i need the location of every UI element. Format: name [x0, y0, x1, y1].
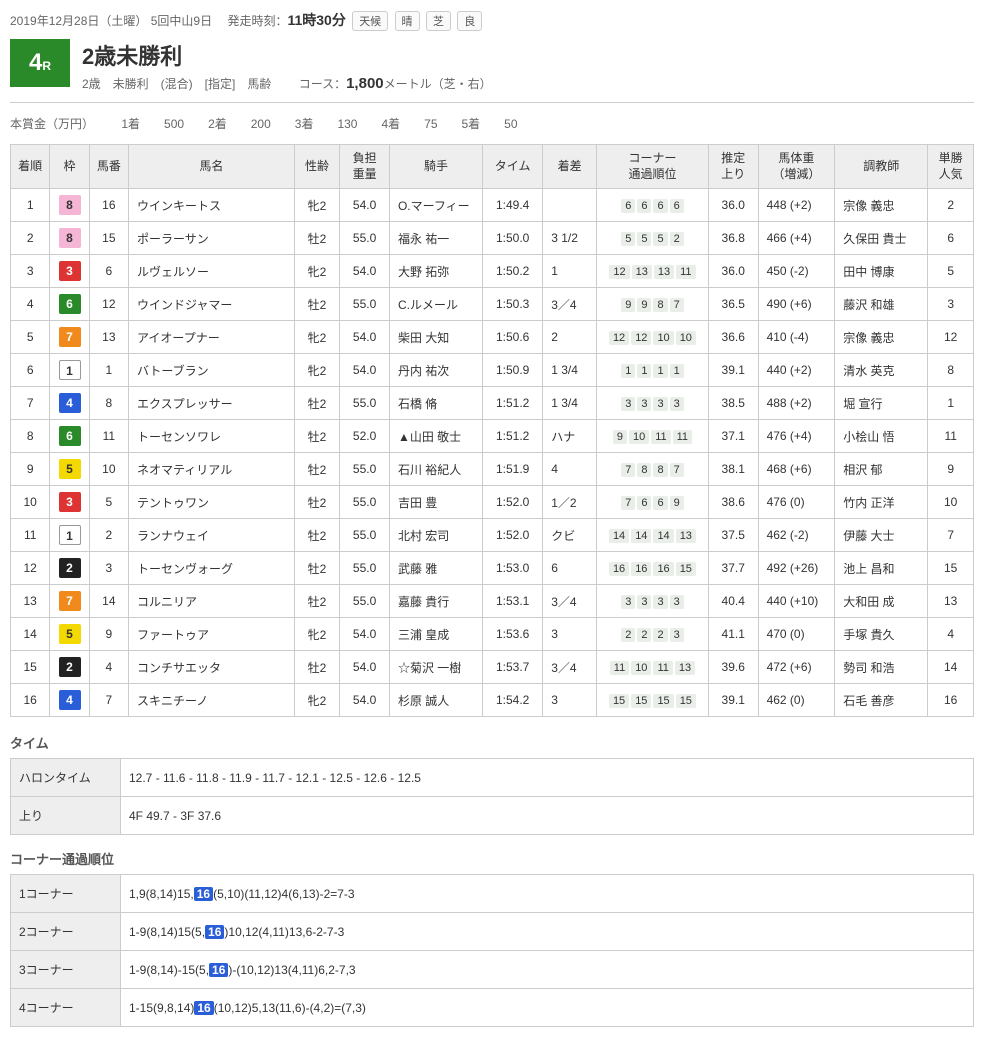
highlighted-horse: 16: [205, 925, 224, 939]
time-row-label: ハロンタイム: [11, 759, 121, 797]
table-row: 1524コンチサエッタ牡254.0☆菊沢 一樹1:53.73／411101113…: [11, 651, 974, 684]
table-row: 1112ランナウェイ牡255.0北村 宏司1:52.0クビ1414141337.…: [11, 519, 974, 552]
results-header: コーナー通過順位: [597, 145, 709, 189]
prize-item: 5着 50: [462, 117, 518, 131]
highlighted-horse: 16: [194, 1001, 213, 1015]
prize-label: 本賞金（万円）: [10, 117, 94, 131]
track-label: 芝: [426, 11, 451, 31]
waku-badge: 8: [59, 195, 81, 215]
corner-row-value: 1-15(9,8,14)16(10,12)5,13(11,6)-(4,2)=(7…: [121, 989, 974, 1027]
waku-badge: 6: [59, 294, 81, 314]
highlighted-horse: 16: [209, 963, 228, 977]
highlighted-horse: 16: [194, 887, 213, 901]
corner-row-label: 4コーナー: [11, 989, 121, 1027]
results-header: 着差: [543, 145, 597, 189]
table-row: 8611トーセンソワレ牡252.0▲山田 敬士1:51.2ハナ910111137…: [11, 420, 974, 453]
waku-badge: 1: [59, 525, 81, 545]
corner-row-value: 1-9(8,14)15(5,16)10,12(4,11)13,6-2-7-3: [121, 913, 974, 951]
table-row: 1035テントゥワン牡255.0吉田 豊1:52.01／2766938.6476…: [11, 486, 974, 519]
results-header: 騎手: [389, 145, 482, 189]
waku-badge: 3: [59, 261, 81, 281]
table-row: 1647スキニチーノ牝254.0杉原 誠人1:54.231515151539.1…: [11, 684, 974, 717]
table-row: 748エクスプレッサー牡255.0石橋 脩1:51.21 3/4333338.5…: [11, 387, 974, 420]
corner-row-label: 2コーナー: [11, 913, 121, 951]
results-header: 調教師: [835, 145, 928, 189]
results-header: 枠: [50, 145, 89, 189]
table-row: 5713アイオープナー牝254.0柴田 大知1:50.621212101036.…: [11, 321, 974, 354]
results-header: 推定上り: [708, 145, 758, 189]
track-cond: 良: [457, 11, 482, 31]
time-section-title: タイム: [10, 733, 974, 752]
prize-item: 4着 75: [381, 117, 437, 131]
results-table: 着順枠馬番馬名性齢負担重量騎手タイム着差コーナー通過順位推定上り馬体重（増減）調…: [10, 144, 974, 717]
corner-row-value: 1,9(8,14)15,16(5,10)(11,12)4(6,13)-2=7-3: [121, 875, 974, 913]
time-row-value: 12.7 - 11.6 - 11.8 - 11.9 - 11.7 - 12.1 …: [121, 759, 974, 797]
table-row: 1816ウインキートス牝254.0O.マーフィー1:49.4666636.044…: [11, 189, 974, 222]
results-header: 馬名: [129, 145, 295, 189]
waku-badge: 4: [59, 690, 81, 710]
table-row: 4612ウインドジャマー牡255.0C.ルメール1:50.33／4998736.…: [11, 288, 974, 321]
weather-label: 天候: [352, 11, 388, 31]
results-header: 単勝人気: [928, 145, 974, 189]
time-row-value: 4F 49.7 - 3F 37.6: [121, 797, 974, 835]
waku-badge: 4: [59, 393, 81, 413]
race-meet: 5回中山9日: [151, 14, 212, 28]
results-header: 着順: [11, 145, 50, 189]
prize-item: 2着 200: [208, 117, 271, 131]
weather-value: 晴: [395, 11, 420, 31]
waku-badge: 2: [59, 558, 81, 578]
table-row: 1223トーセンヴォーグ牡255.0武藤 雅1:53.061616161537.…: [11, 552, 974, 585]
race-subtitle: 2歳 未勝利 (混合) [指定] 馬齢 コース：1,800メートル（芝・右）: [82, 75, 492, 92]
time-row-label: 上り: [11, 797, 121, 835]
waku-badge: 1: [59, 360, 81, 380]
table-row: 1459ファートゥア牝254.0三浦 皇成1:53.63222341.1470 …: [11, 618, 974, 651]
race-date-line: 2019年12月28日（土曜） 5回中山9日 発走時刻：11時30分 天候 晴 …: [10, 10, 974, 31]
corner-row-label: 1コーナー: [11, 875, 121, 913]
corner-section-title: コーナー通過順位: [10, 849, 974, 868]
prize-item: 3着 130: [295, 117, 358, 131]
waku-badge: 5: [59, 624, 81, 644]
corner-table: 1コーナー1,9(8,14)15,16(5,10)(11,12)4(6,13)-…: [10, 874, 974, 1027]
corner-row-value: 1-9(8,14)-15(5,16)-(10,12)13(4,11)6,2-7,…: [121, 951, 974, 989]
time-table: ハロンタイム12.7 - 11.6 - 11.8 - 11.9 - 11.7 -…: [10, 758, 974, 835]
race-number-badge: 4R: [10, 39, 70, 87]
start-time: 11時30分: [287, 12, 345, 28]
race-header: 4R 2歳未勝利 2歳 未勝利 (混合) [指定] 馬齢 コース：1,800メー…: [10, 39, 974, 103]
corner-row-label: 3コーナー: [11, 951, 121, 989]
table-row: 611バトーブラン牝254.0丹内 祐次1:50.91 3/4111139.14…: [11, 354, 974, 387]
waku-badge: 7: [59, 591, 81, 611]
table-row: 336ルヴェルソー牝254.0大野 拓弥1:50.211213131136.04…: [11, 255, 974, 288]
results-header: タイム: [483, 145, 543, 189]
waku-badge: 8: [59, 228, 81, 248]
results-header: 負担重量: [340, 145, 390, 189]
prize-item: 1着 500: [121, 117, 184, 131]
waku-badge: 5: [59, 459, 81, 479]
waku-badge: 2: [59, 657, 81, 677]
race-title: 2歳未勝利: [82, 39, 492, 71]
race-date: 2019年12月28日（土曜）: [10, 14, 147, 28]
start-label: 発走時刻：: [227, 14, 287, 28]
waku-badge: 6: [59, 426, 81, 446]
waku-badge: 3: [59, 492, 81, 512]
results-header: 馬番: [89, 145, 128, 189]
results-header: 馬体重（増減）: [758, 145, 835, 189]
results-header: 性齢: [294, 145, 340, 189]
table-row: 9510ネオマティリアル牡255.0石川 裕紀人1:51.94788738.14…: [11, 453, 974, 486]
table-row: 2815ポーラーサン牡255.0福永 祐一1:50.03 1/2555236.8…: [11, 222, 974, 255]
results-header-row: 着順枠馬番馬名性齢負担重量騎手タイム着差コーナー通過順位推定上り馬体重（増減）調…: [11, 145, 974, 189]
table-row: 13714コルニリア牡255.0嘉藤 貴行1:53.13／4333340.444…: [11, 585, 974, 618]
waku-badge: 7: [59, 327, 81, 347]
prize-line: 本賞金（万円） 1着 500 2着 200 3着 130 4着 75 5着 50: [10, 109, 974, 144]
